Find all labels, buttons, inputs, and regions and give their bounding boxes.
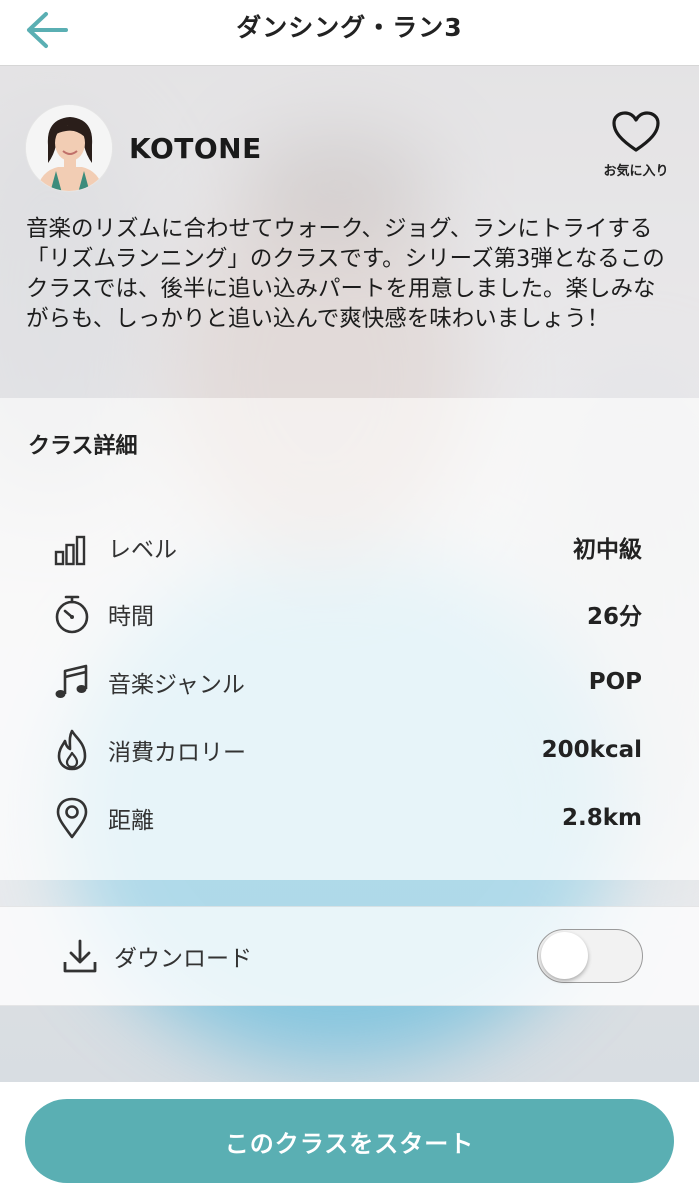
start-class-button[interactable]: このクラスをスタート: [25, 1099, 674, 1183]
flame-icon: [50, 728, 94, 772]
detail-value: 2.8km: [561, 805, 642, 831]
detail-value: 200kcal: [541, 737, 642, 763]
download-icon: [58, 934, 102, 978]
level-bars-icon: [50, 525, 94, 569]
bottom-bar: このクラスをスタート: [0, 1082, 699, 1200]
toggle-knob: [541, 932, 588, 979]
detail-row-calories: 消費カロリー 200kcal: [50, 726, 642, 774]
detail-row-time: 時間 26分: [50, 590, 642, 638]
music-note-icon: [50, 660, 94, 704]
details-heading: クラス詳細: [28, 434, 138, 459]
instructor-avatar[interactable]: [25, 104, 113, 192]
favorite-label: お気に入り: [603, 164, 669, 179]
detail-row-genre: 音楽ジャンル POP: [50, 658, 642, 706]
stopwatch-icon: [50, 592, 94, 636]
detail-label: 時間: [108, 604, 154, 630]
class-description: 音楽のリズムに合わせてウォーク、ジョグ、ランにトライする「リズムランニング」のク…: [26, 216, 665, 332]
detail-label: 消費カロリー: [108, 740, 246, 766]
detail-label: 距離: [108, 808, 154, 834]
detail-value: 初中級: [573, 537, 642, 563]
favorite-button[interactable]: お気に入り: [590, 110, 682, 186]
download-label: ダウンロード: [114, 946, 252, 972]
detail-label: レベル: [108, 537, 177, 563]
detail-value: POP: [588, 669, 642, 695]
download-toggle[interactable]: [537, 929, 643, 983]
download-row: ダウンロード: [58, 926, 643, 986]
app-header: ダンシング・ラン3: [0, 0, 699, 66]
instructor-info: KOTONE: [25, 104, 262, 192]
detail-label: 音楽ジャンル: [108, 672, 245, 698]
detail-row-distance: 距離 2.8km: [50, 794, 642, 842]
detail-value: 26分: [586, 604, 642, 630]
detail-row-level: レベル 初中級: [50, 523, 642, 571]
instructor-name: KOTONE: [129, 131, 262, 165]
page-title: ダンシング・ラン3: [236, 13, 463, 42]
location-pin-icon: [50, 796, 94, 840]
heart-icon: [612, 111, 660, 152]
